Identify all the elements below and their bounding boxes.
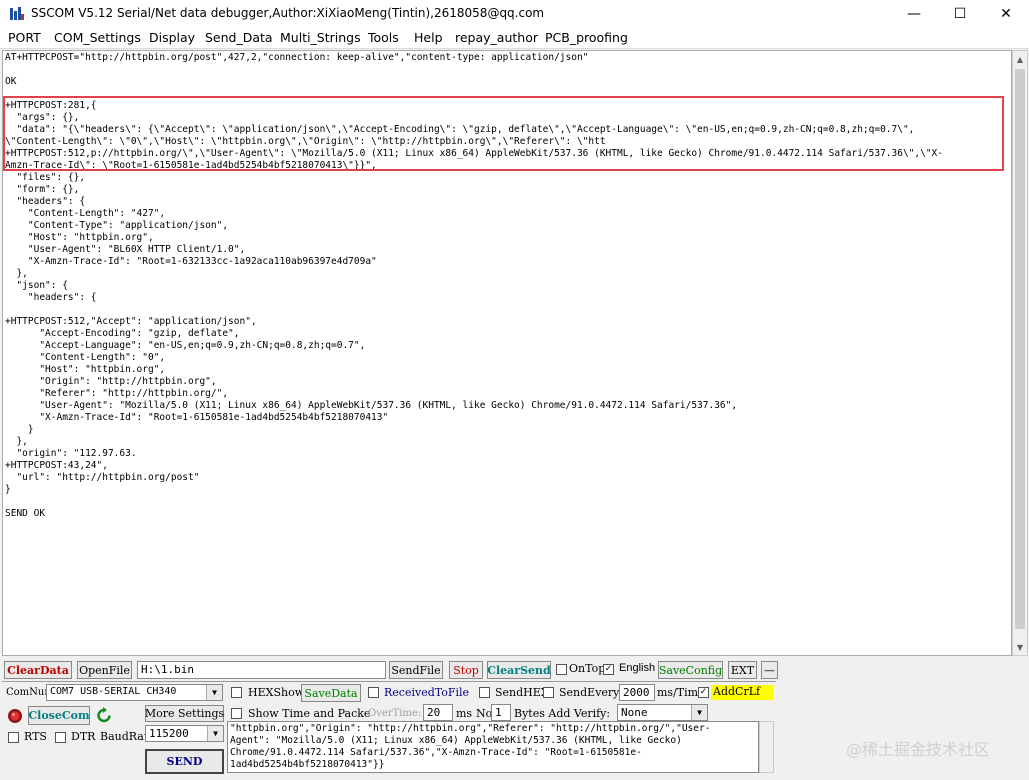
menu-display[interactable]: Display <box>149 30 195 45</box>
watermark: @稀土掘金技术社区 <box>846 740 991 759</box>
red-status-icon <box>8 709 22 723</box>
send-every-label: SendEvery: <box>559 686 624 699</box>
close-window-button[interactable]: ✕ <box>983 0 1029 28</box>
hex-show-checkbox[interactable] <box>231 687 242 698</box>
send-text-area[interactable]: "httpbin.org","Origin": "http://httpbin.… <box>227 721 759 773</box>
baudrate-select[interactable]: 115200 ▼ <box>145 725 224 742</box>
save-config-button[interactable]: SaveConfig <box>658 661 723 679</box>
send-file-button[interactable]: SendFile <box>389 661 443 679</box>
menu-help[interactable]: Help <box>414 30 443 45</box>
menu-com-settings[interactable]: COM_Settings <box>54 30 141 45</box>
send-text: "httpbin.org","Origin": "http://httpbin.… <box>230 723 711 770</box>
highlight-annotation-box <box>3 96 1004 171</box>
menu-repay-author[interactable]: repay_author <box>455 30 538 45</box>
overtime-label: OverTime: <box>368 708 422 719</box>
close-com-button[interactable]: CloseCom <box>28 706 90 725</box>
verify-no-input[interactable]: 1 <box>491 704 511 721</box>
com-port-value: COM7 USB-SERIAL CH340 <box>50 686 177 697</box>
menu-multi-strings[interactable]: Multi_Strings <box>280 30 361 45</box>
no-label: No <box>476 707 493 720</box>
verify-select[interactable]: None ▼ <box>617 704 708 721</box>
ext-button[interactable]: EXT <box>728 661 757 679</box>
stop-button[interactable]: Stop <box>449 661 483 679</box>
send-interval-input[interactable]: 2000 <box>619 684 655 701</box>
dtr-checkbox[interactable] <box>55 732 66 743</box>
received-to-file-label: ReceivedToFile <box>384 686 470 699</box>
show-time-checkbox[interactable] <box>231 708 242 719</box>
green-refresh-icon[interactable] <box>96 707 112 724</box>
add-crlf-checkbox[interactable]: ✓ <box>698 687 709 698</box>
on-top-checkbox[interactable] <box>556 664 567 675</box>
send-hex-checkbox[interactable] <box>479 687 490 698</box>
menu-bar: PORT COM_Settings Display Send_Data Mult… <box>0 28 1029 49</box>
window-title: SSCOM V5.12 Serial/Net data debugger,Aut… <box>31 6 545 20</box>
open-file-button[interactable]: OpenFile <box>77 661 132 679</box>
sscom-app-icon <box>10 7 24 20</box>
hex-show-label: HEXShow <box>248 686 305 699</box>
clear-send-button[interactable]: ClearSend <box>487 661 551 679</box>
more-settings-button[interactable]: More Settings <box>145 705 224 722</box>
overtime-input[interactable]: 20 <box>423 704 453 721</box>
send-hex-label: SendHEX <box>495 686 549 699</box>
menu-pcb-proofing[interactable]: PCB_proofing <box>545 30 628 45</box>
menu-tools[interactable]: Tools <box>368 30 399 45</box>
clear-data-button[interactable]: ClearData <box>4 661 72 679</box>
baudrate-value: 115200 <box>149 727 189 740</box>
chevron-down-icon: ▼ <box>206 685 222 700</box>
bytes-add-verify-label: Bytes Add Verify: <box>514 707 611 720</box>
received-to-file-checkbox[interactable] <box>368 687 379 698</box>
title-bar: SSCOM V5.12 Serial/Net data debugger,Aut… <box>0 0 1029 28</box>
show-time-label: Show Time and Packe <box>248 707 371 720</box>
add-crlf-label: AddCrLf <box>711 685 773 700</box>
english-checkbox[interactable]: ✓ <box>603 664 614 675</box>
overtime-unit-label: ms <box>456 707 473 720</box>
scroll-up-arrow-icon[interactable]: ▲ <box>1013 51 1027 67</box>
interval-unit-label: ms/Tim <box>657 686 699 699</box>
english-label: English <box>619 662 656 674</box>
rts-label: RTS <box>24 730 47 743</box>
on-top-label: OnTop <box>569 662 606 675</box>
maximize-button[interactable]: ☐ <box>937 0 983 28</box>
baudrate-label: BaudRat <box>100 730 149 743</box>
send-every-checkbox[interactable] <box>543 687 554 698</box>
rts-checkbox[interactable] <box>8 732 19 743</box>
menu-send-data[interactable]: Send_Data <box>205 30 273 45</box>
file-path-input[interactable]: H:\1.bin <box>137 661 386 679</box>
minimize-button[interactable]: — <box>891 0 937 28</box>
send-button[interactable]: SEND <box>145 749 224 774</box>
menu-port[interactable]: PORT <box>8 30 41 45</box>
scrollbar-thumb[interactable] <box>1015 69 1025 629</box>
save-data-button[interactable]: SaveData <box>301 684 361 702</box>
chevron-down-icon: ▼ <box>207 726 223 741</box>
dtr-label: DTR <box>71 730 96 743</box>
send-area-scrollbar[interactable] <box>759 721 774 773</box>
chevron-down-icon: ▼ <box>691 705 707 720</box>
output-scrollbar[interactable]: ▲ ▼ <box>1012 50 1028 656</box>
divider <box>2 681 776 682</box>
scroll-down-arrow-icon[interactable]: ▼ <box>1013 639 1027 655</box>
collapse-button[interactable]: — <box>761 661 778 679</box>
com-port-select[interactable]: COM7 USB-SERIAL CH340 ▼ <box>46 684 223 701</box>
verify-value: None <box>621 706 648 719</box>
